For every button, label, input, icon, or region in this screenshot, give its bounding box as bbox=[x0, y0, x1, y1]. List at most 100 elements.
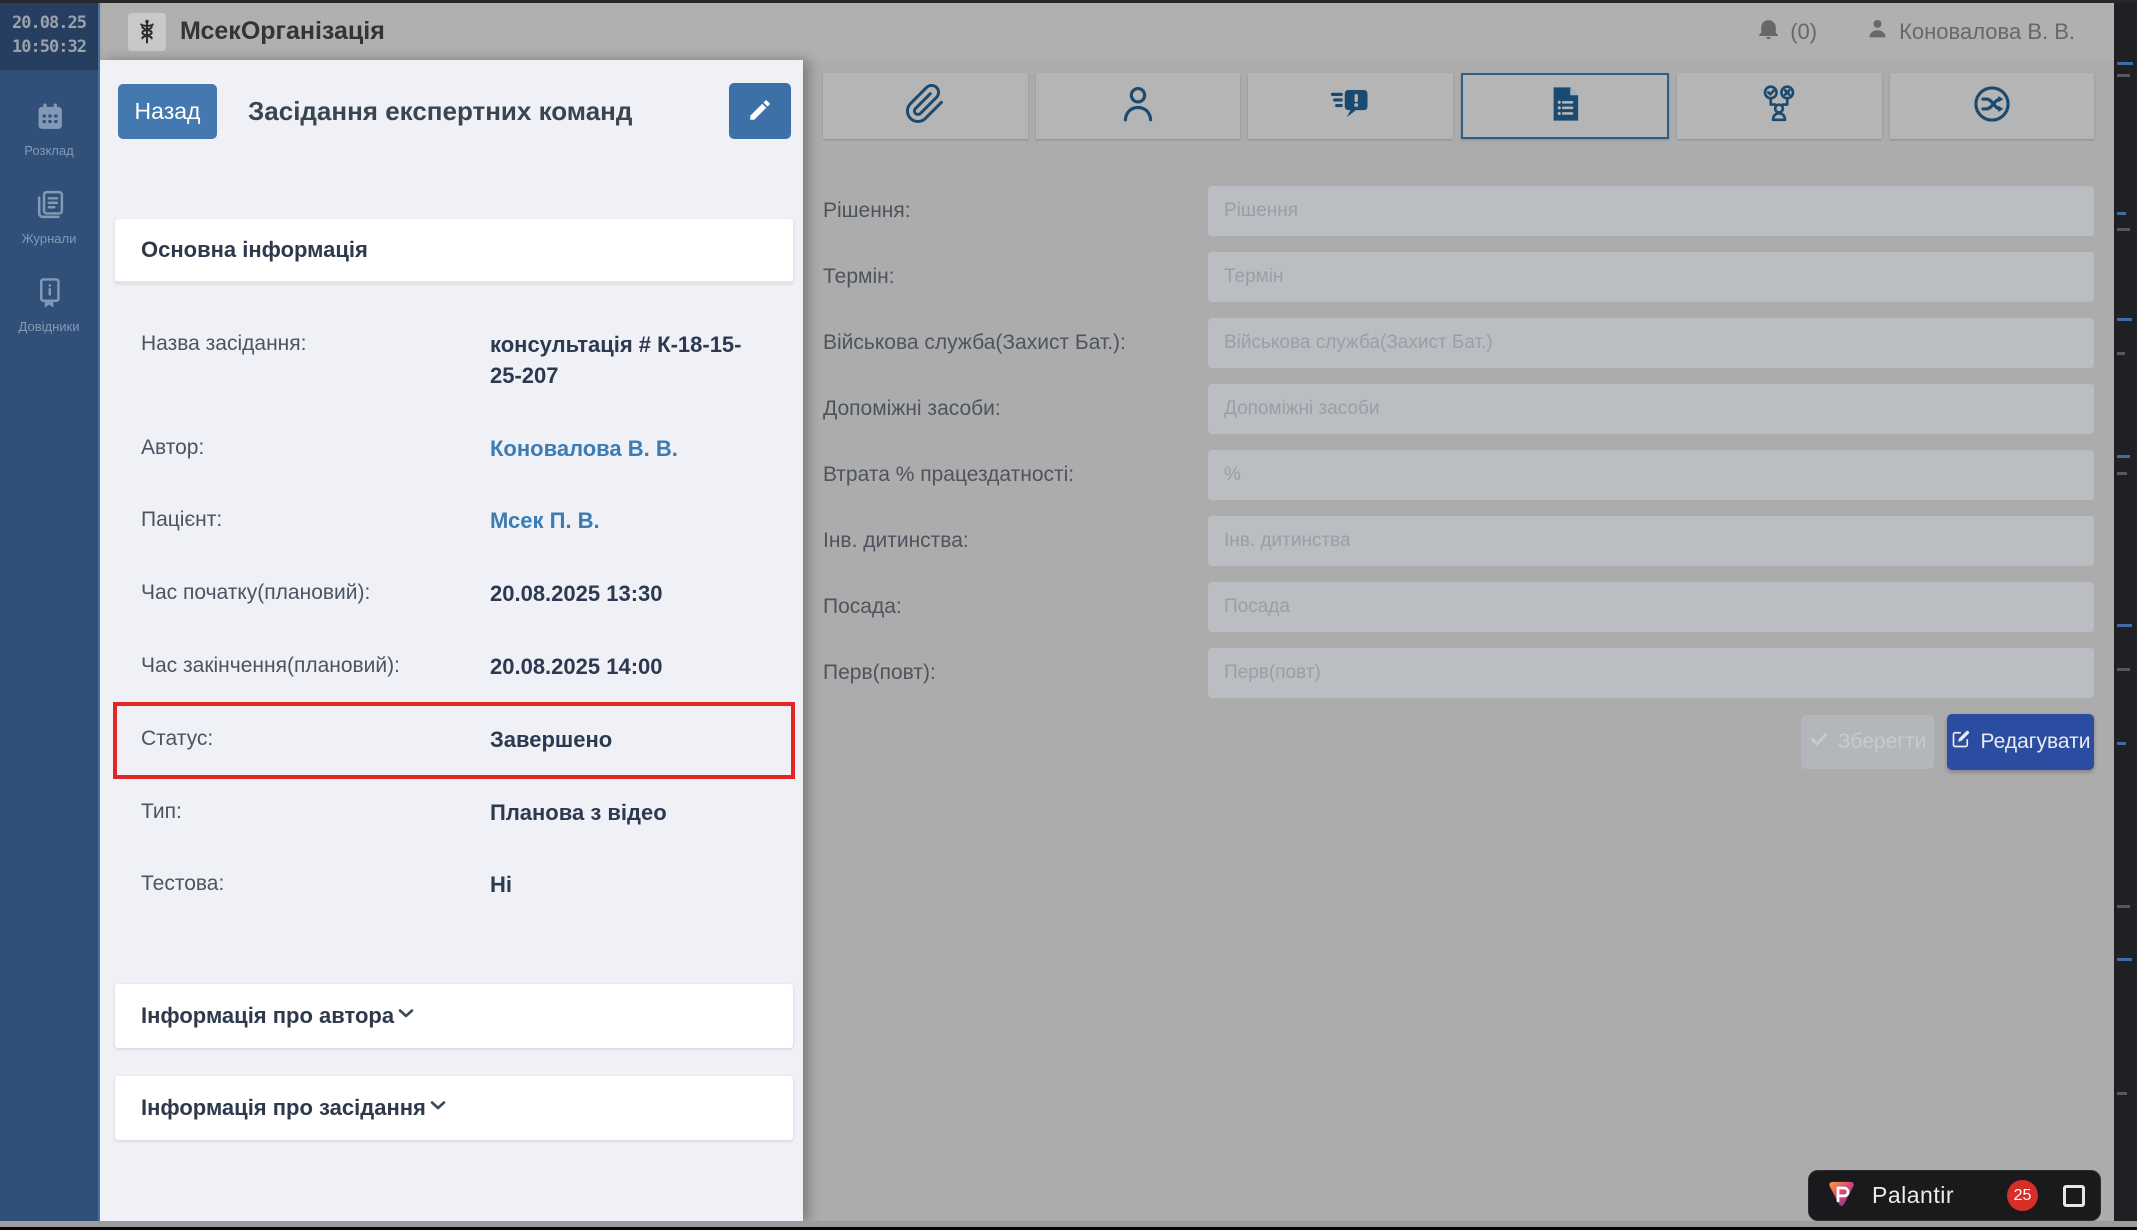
clock-widget: 20.08.25 10:50:32 bbox=[0, 3, 98, 70]
position-input bbox=[1208, 582, 2094, 632]
row-label: Тестова: bbox=[141, 870, 490, 896]
field-label: Перв(повт): bbox=[823, 661, 1208, 685]
check-icon bbox=[1809, 729, 1829, 755]
sidebar-item-journals[interactable]: Журнали bbox=[0, 188, 98, 246]
save-label: Зберегти bbox=[1838, 730, 1927, 754]
row-label: Час закінчення(плановий): bbox=[141, 652, 490, 678]
field-childhood-disability: Інв. дитинства: bbox=[823, 516, 2094, 566]
edit-label: Редагувати bbox=[1981, 730, 2091, 754]
sidebar-item-label: Журнали bbox=[22, 231, 77, 246]
field-position: Посада: bbox=[823, 582, 2094, 632]
field-label: Інв. дитинства: bbox=[823, 529, 1208, 553]
tab-decision[interactable] bbox=[1677, 73, 1882, 139]
patient-link[interactable]: Мсек П. В. bbox=[490, 506, 773, 537]
header-right: (0) Коновалова В. В. bbox=[1756, 16, 2075, 47]
row-label: Назва засідання: bbox=[141, 330, 490, 356]
chevron-down-icon bbox=[394, 1001, 418, 1031]
field-capacity-loss: Втрата % працездатності: bbox=[823, 450, 2094, 500]
row-type: Тип: Планова з відео bbox=[115, 777, 793, 850]
reference-book-icon bbox=[33, 276, 66, 312]
author-link[interactable]: Коновалова В. В. bbox=[490, 434, 773, 465]
clock-date: 20.08.25 bbox=[0, 12, 98, 36]
field-term: Термін: bbox=[823, 252, 2094, 302]
meeting-info-collapsible[interactable]: Інформація про засідання bbox=[115, 1076, 793, 1140]
row-label: Час початку(плановий): bbox=[141, 579, 490, 605]
status-value: Завершено bbox=[490, 725, 773, 756]
row-author: Автор: Коновалова В. В. bbox=[115, 413, 793, 486]
bell-icon bbox=[1756, 16, 1781, 47]
brand: МсекОрганізація bbox=[128, 13, 385, 51]
field-label: Термін: bbox=[823, 265, 1208, 289]
military-service-input bbox=[1208, 318, 2094, 368]
tab-bar bbox=[823, 73, 2094, 139]
app-title: МсекОрганізація bbox=[180, 17, 385, 46]
edit-button[interactable]: Редагувати bbox=[1947, 714, 2094, 770]
edit-meeting-button[interactable] bbox=[729, 83, 791, 139]
row-end-time: Час закінчення(плановий): 20.08.2025 14:… bbox=[115, 631, 793, 704]
row-label: Тип: bbox=[141, 798, 490, 824]
tab-comments[interactable] bbox=[1248, 73, 1453, 139]
tab-transfer[interactable] bbox=[1890, 73, 2095, 139]
row-value: Планова з відео bbox=[490, 798, 773, 829]
caduceus-icon bbox=[128, 13, 166, 51]
sidebar-item-directories[interactable]: Довідники bbox=[0, 276, 98, 334]
row-value: Ні bbox=[490, 870, 773, 901]
form-buttons: Зберегти Редагувати bbox=[803, 714, 2094, 770]
palantir-badge: 25 bbox=[2007, 1180, 2038, 1211]
sidebar-item-schedule[interactable]: Розклад bbox=[0, 100, 98, 158]
palantir-window-icon[interactable] bbox=[2063, 1185, 2085, 1207]
user-menu[interactable]: Коновалова В. В. bbox=[1865, 16, 2075, 47]
meeting-detail-panel: Назад Засідання експертних команд Основн… bbox=[100, 60, 803, 1222]
main-info-section: Основна інформація Назва засідання: конс… bbox=[115, 219, 793, 950]
palantir-logo-icon bbox=[1824, 1179, 1859, 1212]
collapsible-title: Інформація про засідання bbox=[141, 1095, 426, 1121]
capacity-loss-input bbox=[1208, 450, 2094, 500]
journals-icon bbox=[33, 188, 66, 224]
row-status-highlighted: Статус: Завершено bbox=[115, 704, 793, 777]
calendar-icon bbox=[33, 100, 66, 136]
childhood-disability-input bbox=[1208, 516, 2094, 566]
row-test: Тестова: Ні bbox=[115, 849, 793, 922]
collapsible-title: Інформація про автора bbox=[141, 1003, 394, 1029]
row-value: 20.08.2025 14:00 bbox=[490, 652, 773, 683]
window-top-edge bbox=[0, 0, 2137, 3]
paperclip-icon bbox=[904, 83, 946, 130]
row-label: Пацієнт: bbox=[141, 506, 490, 532]
field-military-service: Військова служба(Захист Бат.): bbox=[823, 318, 2094, 368]
panel-title: Засідання експертних команд bbox=[248, 96, 632, 127]
field-primary-repeat: Перв(повт): bbox=[823, 648, 2094, 698]
row-patient: Пацієнт: Мсек П. В. bbox=[115, 485, 793, 558]
field-label: Допоміжні засоби: bbox=[823, 397, 1208, 421]
protocol-form-panel: Рішення: Термін: Військова служба(Захист… bbox=[803, 60, 2114, 1221]
vote-decision-icon bbox=[1758, 83, 1800, 130]
edit-square-icon bbox=[1951, 729, 1971, 755]
user-icon bbox=[1865, 16, 1890, 47]
section-title: Основна інформація bbox=[115, 219, 793, 283]
author-info-collapsible[interactable]: Інформація про автора bbox=[115, 984, 793, 1048]
row-label: Статус: bbox=[141, 725, 490, 751]
row-meeting-name: Назва засідання: консультація # К-18-15-… bbox=[115, 309, 793, 413]
tab-attachments[interactable] bbox=[823, 73, 1028, 139]
field-aux-means: Допоміжні засоби: bbox=[823, 384, 2094, 434]
term-input bbox=[1208, 252, 2094, 302]
user-name: Коновалова В. В. bbox=[1899, 19, 2075, 45]
info-rows: Назва засідання: консультація # К-18-15-… bbox=[115, 283, 793, 950]
palantir-widget: Palantir 25 bbox=[1808, 1170, 2101, 1221]
back-button[interactable]: Назад bbox=[118, 84, 217, 139]
palantir-name: Palantir bbox=[1872, 1182, 1954, 1209]
row-start-time: Час початку(плановий): 20.08.2025 13:30 bbox=[115, 558, 793, 631]
shuffle-icon bbox=[1971, 83, 2013, 130]
field-label: Рішення: bbox=[823, 199, 1208, 223]
row-value: 20.08.2025 13:30 bbox=[490, 579, 773, 610]
sidebar-nav: Розклад Журнали Довідники bbox=[0, 100, 98, 334]
document-list-icon bbox=[1544, 83, 1586, 130]
sidebar-item-label: Довідники bbox=[19, 319, 80, 334]
notifications-button[interactable]: (0) bbox=[1756, 16, 1817, 47]
comment-alert-icon bbox=[1329, 83, 1371, 130]
side-minimap-strip[interactable] bbox=[2114, 0, 2137, 1230]
protocol-form: Рішення: Термін: Військова служба(Захист… bbox=[823, 186, 2094, 698]
aux-means-input bbox=[1208, 384, 2094, 434]
clock-time: 10:50:32 bbox=[0, 36, 98, 60]
tab-participants[interactable] bbox=[1036, 73, 1241, 139]
tab-protocol-active[interactable] bbox=[1461, 73, 1670, 139]
